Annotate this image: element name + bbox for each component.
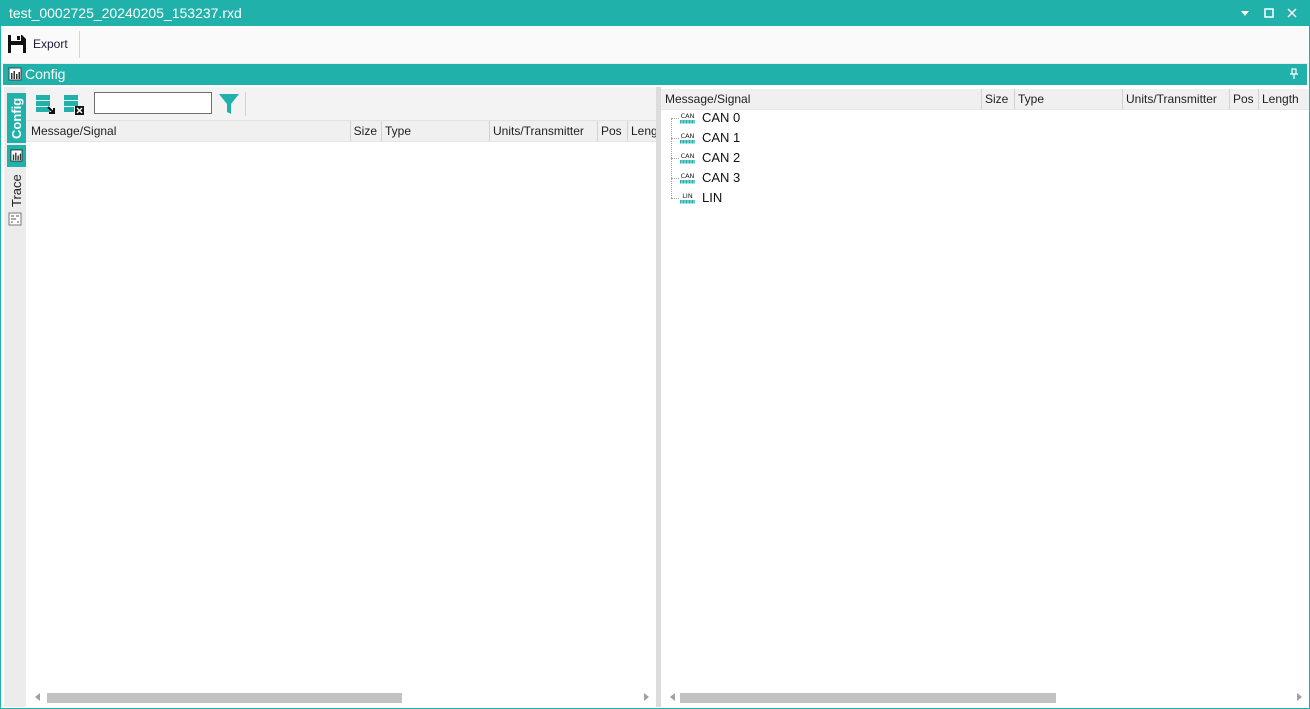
- scrollbar-thumb[interactable]: [47, 693, 402, 703]
- col-message-signal[interactable]: Message/Signal: [662, 89, 982, 109]
- col-length[interactable]: Length: [1259, 89, 1309, 109]
- database-tree-pane: Message/Signal Size Type Units/Transmitt…: [661, 87, 1309, 707]
- lin-bus-icon: LIN: [680, 192, 695, 204]
- tab-trace-label: Trace: [9, 174, 24, 208]
- window-title: test_0002725_20240205_153237.rxd: [9, 5, 242, 21]
- left-column-headers: Message/Signal Size Type Units/Transmitt…: [26, 121, 656, 142]
- tab-config-icon-area[interactable]: [7, 145, 26, 167]
- remove-database-icon[interactable]: [62, 93, 86, 117]
- filter-icon[interactable]: [218, 92, 240, 116]
- import-database-icon[interactable]: [34, 93, 58, 117]
- col-pos[interactable]: Pos: [598, 121, 628, 141]
- icon-text: CAN: [681, 152, 695, 160]
- close-icon[interactable]: [1285, 6, 1299, 20]
- tree-item-can0[interactable]: CAN CAN 0: [661, 108, 861, 128]
- can-bus-icon: CAN: [680, 132, 695, 144]
- can-bus-icon: CAN: [680, 112, 695, 124]
- can-bus-icon: CAN: [680, 172, 695, 184]
- config-list-pane: Message/Signal Size Type Units/Transmitt…: [26, 87, 656, 707]
- side-tab-strip: Config Trace: [4, 87, 26, 707]
- tree-item-label: CAN 0: [702, 110, 741, 125]
- chevron-down-icon[interactable]: [1238, 6, 1252, 20]
- config-panel-header: Config: [3, 64, 1307, 85]
- tree-branch: [671, 138, 679, 139]
- col-size[interactable]: Size: [351, 121, 382, 141]
- chart-icon: [8, 67, 22, 81]
- can-bus-icon: CAN: [680, 152, 695, 164]
- tree-item-label: CAN 3: [702, 170, 741, 185]
- pin-icon[interactable]: [1289, 68, 1299, 80]
- trace-icon[interactable]: [8, 212, 22, 226]
- tree-item-label: CAN 1: [702, 130, 741, 145]
- scroll-left-icon[interactable]: [35, 693, 40, 701]
- tab-trace[interactable]: Trace: [7, 171, 26, 211]
- panel-title: Config: [25, 66, 66, 82]
- tree-branch: [671, 158, 679, 159]
- right-column-headers: Message/Signal Size Type Units/Transmitt…: [661, 89, 1309, 110]
- chart-icon: [10, 149, 23, 162]
- tree-branch: [671, 198, 679, 199]
- tab-config-label: Config: [9, 97, 24, 139]
- col-pos[interactable]: Pos: [1230, 89, 1259, 109]
- tree-item-label: LIN: [702, 190, 723, 205]
- scroll-left-icon[interactable]: [670, 693, 675, 701]
- toolbar-separator: [245, 92, 246, 116]
- scroll-right-icon[interactable]: [644, 693, 649, 701]
- col-type[interactable]: Type: [1015, 89, 1123, 109]
- tree-item-can3[interactable]: CAN CAN 3: [661, 168, 861, 188]
- tree-item-can2[interactable]: CAN CAN 2: [661, 148, 861, 168]
- col-type[interactable]: Type: [382, 121, 490, 141]
- tree-item-label: CAN 2: [702, 150, 741, 165]
- tree-branch: [671, 118, 679, 119]
- icon-text: CAN: [681, 112, 695, 120]
- application-window: test_0002725_20240205_153237.rxd Export …: [0, 0, 1310, 709]
- config-toolbar: [26, 87, 656, 121]
- icon-text: CAN: [681, 172, 695, 180]
- toolbar-separator: [79, 31, 80, 58]
- export-label: Export: [33, 37, 68, 51]
- scroll-right-icon[interactable]: [1297, 693, 1302, 701]
- left-horizontal-scrollbar[interactable]: [26, 689, 656, 706]
- signal-search-input[interactable]: [94, 92, 212, 114]
- scrollbar-thumb[interactable]: [680, 693, 1056, 703]
- main-toolbar: Export: [1, 26, 1309, 64]
- save-icon: [8, 35, 26, 53]
- icon-text: CAN: [681, 132, 695, 140]
- col-size[interactable]: Size: [982, 89, 1015, 109]
- col-units-transmitter[interactable]: Units/Transmitter: [1123, 89, 1230, 109]
- icon-text: LIN: [682, 192, 693, 200]
- maximize-icon[interactable]: [1262, 6, 1276, 20]
- title-bar: test_0002725_20240205_153237.rxd: [1, 1, 1309, 26]
- tree-item-can1[interactable]: CAN CAN 1: [661, 128, 861, 148]
- export-button[interactable]: Export: [7, 32, 68, 56]
- right-horizontal-scrollbar[interactable]: [661, 689, 1309, 706]
- col-message-signal[interactable]: Message/Signal: [28, 121, 351, 141]
- col-length[interactable]: Length: [628, 121, 656, 141]
- tree-item-lin[interactable]: LIN LIN: [661, 188, 861, 208]
- tree-branch: [671, 178, 679, 179]
- tab-config[interactable]: Config: [7, 93, 26, 143]
- col-units-transmitter[interactable]: Units/Transmitter: [490, 121, 598, 141]
